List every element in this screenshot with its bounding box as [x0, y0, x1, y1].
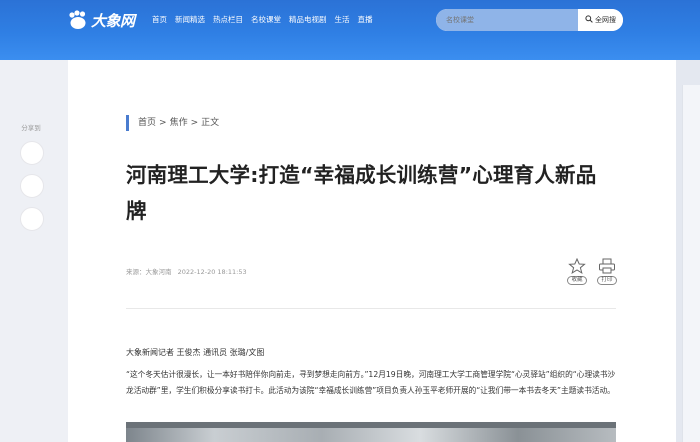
print-label: 打印 — [597, 276, 617, 285]
favorite-label: 收藏 — [567, 276, 587, 285]
search-button[interactable]: 全网搜 — [578, 9, 623, 31]
article-image — [126, 422, 616, 442]
printer-icon — [599, 258, 615, 274]
nav-item-hot[interactable]: 热点栏目 — [213, 12, 243, 28]
share-button-1[interactable] — [20, 141, 44, 165]
article-container: 首页 > 焦作 > 正文 河南理工大学:打造“幸福成长训练营”心理育人新品牌 来源：大象… — [68, 60, 676, 442]
article-actions: 收藏 打印 — [567, 258, 617, 285]
divider — [126, 308, 616, 309]
logo-text: 大象网 — [91, 11, 135, 30]
breadcrumb-home[interactable]: 首页 — [138, 118, 156, 128]
top-header: 大象网 首页 新闻精选 热点栏目 名校课堂 精品电视剧 生活 直播 全网搜 — [0, 0, 700, 60]
right-sidebar-panel — [682, 85, 700, 442]
search-box: 全网搜 — [436, 9, 623, 31]
site-logo[interactable]: 大象网 — [67, 8, 135, 32]
breadcrumb-current: 正文 — [201, 118, 220, 128]
article-date: 2022-12-20 18:11:53 — [177, 268, 247, 276]
article-byline: 大象新闻记者 王俊杰 通讯员 张璐/文图 — [126, 348, 265, 357]
nav-item-live[interactable]: 直播 — [358, 12, 373, 28]
share-sidebar: 分享到 — [20, 122, 44, 231]
search-button-label: 全网搜 — [595, 16, 616, 24]
nav-item-tv[interactable]: 精品电视剧 — [289, 12, 327, 28]
nav-item-news[interactable]: 新闻精选 — [175, 12, 205, 28]
nav-item-life[interactable]: 生活 — [335, 12, 350, 28]
search-input[interactable] — [436, 9, 578, 31]
article-source: 来源：大象河南 — [126, 268, 172, 276]
print-button[interactable]: 打印 — [597, 258, 617, 285]
article-title: 河南理工大学:打造“幸福成长训练营”心理育人新品牌 — [126, 163, 597, 223]
breadcrumb-separator: > — [190, 118, 199, 128]
star-icon — [568, 258, 586, 274]
nav-item-school[interactable]: 名校课堂 — [251, 12, 281, 28]
article-image-beam — [126, 422, 616, 428]
right-sidebar — [676, 60, 700, 442]
search-icon — [585, 15, 593, 25]
share-label: 分享到 — [21, 124, 41, 132]
nav-item-home[interactable]: 首页 — [152, 12, 167, 28]
elephant-logo-icon — [67, 10, 89, 30]
article-meta: 来源：大象河南 2022-12-20 18:11:53 — [126, 266, 251, 276]
breadcrumb-separator: > — [159, 118, 167, 128]
main-nav: 首页 新闻精选 热点栏目 名校课堂 精品电视剧 生活 直播 — [152, 12, 381, 28]
favorite-button[interactable]: 收藏 — [567, 258, 587, 285]
breadcrumb: 首页 > 焦作 > 正文 — [126, 115, 219, 131]
share-button-3[interactable] — [20, 207, 44, 231]
share-button-2[interactable] — [20, 174, 44, 198]
breadcrumb-section[interactable]: 焦作 — [170, 118, 188, 128]
article-paragraph: “这个冬天估计很漫长，让一本好书陪伴你向前走，寻到梦想走向前方。”12月19日晚… — [126, 370, 616, 395]
